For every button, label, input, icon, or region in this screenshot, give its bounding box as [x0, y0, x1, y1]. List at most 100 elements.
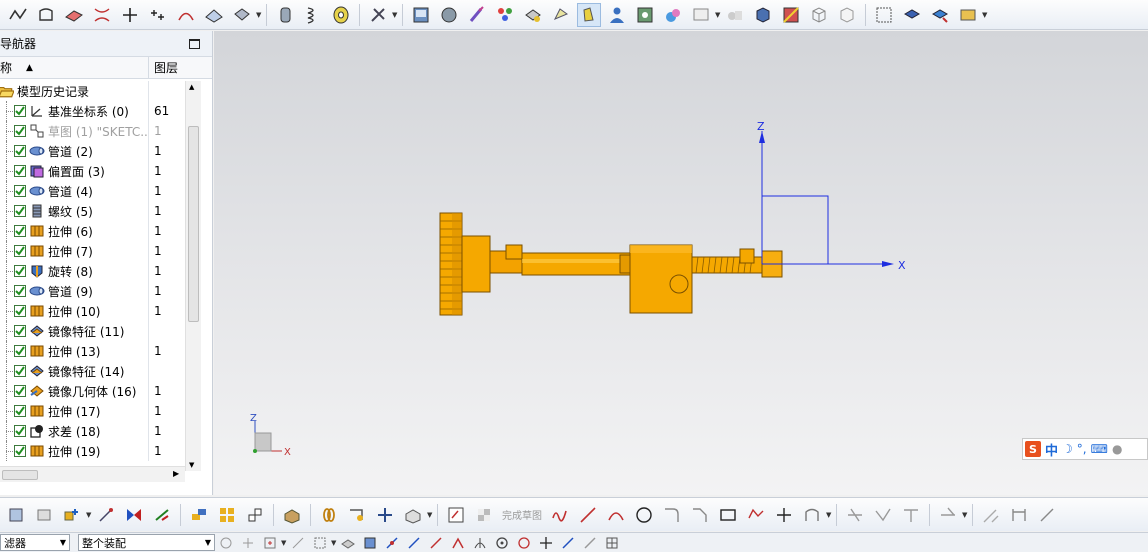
show-constraints-icon[interactable]	[1035, 503, 1059, 527]
texture-icon[interactable]	[779, 3, 803, 27]
scroll-right-icon[interactable]: ▶	[173, 469, 179, 478]
line-icon[interactable]	[576, 503, 600, 527]
tree-row[interactable]: 拉伸 (19) 1	[0, 441, 185, 461]
background-icon[interactable]	[633, 3, 657, 27]
tree-row[interactable]: 拉伸 (10) 1	[0, 301, 185, 321]
render-style-icon[interactable]	[409, 3, 433, 27]
arc-icon[interactable]	[604, 503, 628, 527]
scrollbar-thumb[interactable]	[2, 470, 38, 480]
spotlight-icon[interactable]	[549, 3, 573, 27]
visibility-checkbox[interactable]	[14, 425, 26, 437]
curve-network-icon[interactable]	[90, 3, 114, 27]
mirror-assembly-icon[interactable]	[243, 503, 267, 527]
point-icon[interactable]	[772, 503, 796, 527]
select-box-icon[interactable]	[312, 535, 328, 551]
tree-row[interactable]: 镜像几何体 (16) 1	[0, 381, 185, 401]
visibility-checkbox[interactable]	[14, 445, 26, 457]
navigator-vertical-scrollbar[interactable]: ▲ ▼	[185, 81, 201, 471]
shaded-icon[interactable]	[362, 535, 378, 551]
tree-row[interactable]: 管道 (2) 1	[0, 141, 185, 161]
tree-root-row[interactable]: 模型历史记录	[0, 81, 185, 101]
envelope-icon[interactable]	[956, 3, 980, 27]
snap-point-icon[interactable]	[240, 535, 256, 551]
corner-icon[interactable]	[899, 503, 923, 527]
moon-icon[interactable]: ☽	[1062, 442, 1073, 456]
section-curve-icon[interactable]	[230, 3, 254, 27]
datum-csys[interactable]: Z X	[757, 120, 906, 272]
cube-icon[interactable]	[751, 3, 775, 27]
ime-toolbar[interactable]: S 中 ☽ °, ⌨ ●	[1022, 438, 1148, 460]
point-set-icon[interactable]	[146, 3, 170, 27]
visibility-checkbox[interactable]	[14, 305, 26, 317]
chevron-down-icon[interactable]: ▼	[392, 11, 398, 19]
chevron-down-icon[interactable]: ▼	[715, 11, 721, 19]
keyboard-icon[interactable]: ⌨	[1091, 442, 1108, 456]
column-name-header[interactable]: 称 ▲	[0, 57, 149, 78]
explode-icon[interactable]	[150, 503, 174, 527]
constraint-dimension-icon[interactable]	[979, 503, 1003, 527]
project-curve-icon[interactable]	[174, 3, 198, 27]
scene-icon[interactable]	[661, 3, 685, 27]
array-component-icon[interactable]	[215, 503, 239, 527]
visibility-checkbox[interactable]	[14, 325, 26, 337]
material-icon[interactable]	[521, 3, 545, 27]
tree-row[interactable]: 拉伸 (17) 1	[0, 401, 185, 421]
user-icon[interactable]: ●	[1112, 442, 1122, 456]
snap-arc-center-icon[interactable]	[472, 535, 488, 551]
visibility-checkbox[interactable]	[14, 145, 26, 157]
tree-row[interactable]: 拉伸 (7) 1	[0, 241, 185, 261]
tree-row[interactable]: 基准坐标系 (0) 61	[0, 101, 185, 121]
lead-screw-part[interactable]	[691, 248, 783, 278]
routing-icon[interactable]	[373, 503, 397, 527]
tree-row[interactable]: 求差 (18) 1	[0, 421, 185, 441]
extend-icon[interactable]	[871, 503, 895, 527]
visibility-checkbox[interactable]	[14, 385, 26, 397]
snap-quadrant-icon[interactable]	[494, 535, 510, 551]
filter-reset-icon[interactable]	[218, 535, 234, 551]
sogou-logo-icon[interactable]: S	[1025, 441, 1041, 457]
scroll-down-icon[interactable]: ▼	[189, 461, 194, 469]
tree-row[interactable]: 拉伸 (13) 1	[0, 341, 185, 361]
color-palette-icon[interactable]	[493, 3, 517, 27]
profile-icon[interactable]	[548, 503, 572, 527]
intersect-curve-icon[interactable]	[202, 3, 226, 27]
shaded-view-icon[interactable]	[437, 3, 461, 27]
snap-midpoint-icon[interactable]	[406, 535, 422, 551]
finish-sketch-flag-icon[interactable]	[472, 503, 496, 527]
add-component-icon[interactable]	[60, 503, 84, 527]
hidden-line-icon[interactable]	[835, 3, 859, 27]
tools-icon[interactable]	[366, 3, 390, 27]
surface-patch-icon[interactable]	[62, 3, 86, 27]
snap-intersection-icon[interactable]	[450, 535, 466, 551]
tree-row[interactable]: 拉伸 (6) 1	[0, 221, 185, 241]
wave-link-icon[interactable]	[187, 503, 211, 527]
studio-surface-icon[interactable]	[34, 3, 58, 27]
hub-part[interactable]	[461, 235, 491, 293]
light-icon[interactable]	[577, 2, 601, 27]
clearance-icon[interactable]	[345, 503, 369, 527]
cylinder-icon[interactable]	[273, 3, 297, 27]
chevron-down-icon[interactable]: ▼	[86, 511, 92, 519]
tree-row[interactable]: 管道 (4) 1	[0, 181, 185, 201]
sketch-icon[interactable]	[444, 503, 468, 527]
paint-brush-icon[interactable]	[465, 3, 489, 27]
column-layer-header[interactable]: 图层	[149, 59, 199, 76]
component-edit-icon[interactable]	[928, 3, 952, 27]
offset-curve-icon[interactable]	[800, 503, 824, 527]
scroll-up-icon[interactable]: ▲	[189, 83, 194, 91]
grid-icon[interactable]	[604, 535, 620, 551]
chain-link-icon[interactable]	[317, 503, 341, 527]
spline-icon[interactable]	[6, 3, 30, 27]
add-component-icon[interactable]	[900, 3, 924, 27]
tree-row[interactable]: 管道 (9) 1	[0, 281, 185, 301]
tree-row[interactable]: 草图 (1) "SKETC... 1	[0, 121, 185, 141]
snap-on-curve-icon[interactable]	[516, 535, 532, 551]
polygon-icon[interactable]	[744, 503, 768, 527]
ime-language-label[interactable]: 中	[1045, 440, 1058, 459]
snap-existing-point-icon[interactable]	[538, 535, 554, 551]
add-filter-icon[interactable]	[262, 535, 278, 551]
show-hide-icon[interactable]	[340, 535, 356, 551]
visibility-checkbox[interactable]	[14, 245, 26, 257]
knob-part[interactable]	[439, 212, 463, 316]
assembly-sequence-icon[interactable]	[280, 503, 304, 527]
